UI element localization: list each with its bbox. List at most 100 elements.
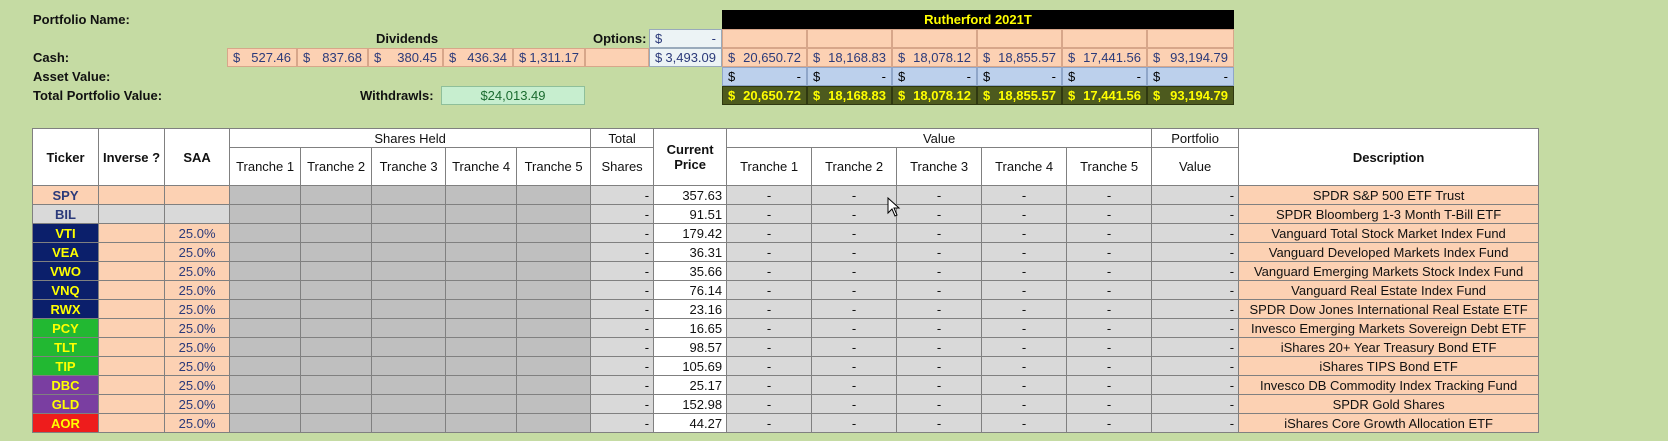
dividend-cell[interactable]: $527.46: [227, 48, 297, 67]
ticker-cell[interactable]: SPY: [32, 185, 99, 205]
shares-tranche-cell[interactable]: [445, 280, 518, 300]
rutherford-total-cell[interactable]: $18,168.83: [807, 86, 892, 105]
shares-tranche-cell[interactable]: [371, 223, 447, 243]
inverse-cell[interactable]: [97, 204, 166, 224]
shares-tranche-cell[interactable]: [300, 375, 373, 395]
shares-tranche-cell[interactable]: [229, 299, 302, 319]
shares-tranche-cell[interactable]: [300, 280, 373, 300]
shares-tranche-cell[interactable]: [445, 223, 518, 243]
shares-tranche-cell[interactable]: [445, 318, 518, 338]
rutherford-blank-cell[interactable]: [1062, 29, 1147, 48]
shares-tranche-cell[interactable]: [516, 356, 592, 376]
saa-cell[interactable]: 25.0%: [164, 356, 231, 376]
rutherford-blank-cell[interactable]: [892, 29, 977, 48]
ticker-cell[interactable]: VTI: [32, 223, 99, 243]
shares-tranche-cell[interactable]: [371, 413, 447, 433]
inverse-cell[interactable]: [97, 242, 166, 262]
ticker-cell[interactable]: DBC: [32, 375, 99, 395]
shares-tranche-cell[interactable]: [229, 337, 302, 357]
inverse-cell[interactable]: [97, 318, 166, 338]
rutherford-asset-cell[interactable]: $ -: [892, 67, 977, 86]
inverse-cell[interactable]: [97, 223, 166, 243]
options-total-cell[interactable]: $3,493.09: [649, 48, 722, 67]
saa-cell[interactable]: 25.0%: [164, 223, 231, 243]
shares-tranche-cell[interactable]: [229, 375, 302, 395]
shares-tranche-cell[interactable]: [371, 299, 447, 319]
saa-cell[interactable]: [164, 185, 231, 205]
shares-tranche-cell[interactable]: [300, 413, 373, 433]
rutherford-total-cell[interactable]: $17,441.56: [1062, 86, 1147, 105]
dividend-blank-cell[interactable]: [585, 48, 649, 67]
shares-tranche-cell[interactable]: [371, 394, 447, 414]
shares-tranche-cell[interactable]: [516, 394, 592, 414]
shares-tranche-cell[interactable]: [300, 318, 373, 338]
saa-cell[interactable]: 25.0%: [164, 337, 231, 357]
ticker-cell[interactable]: VWO: [32, 261, 99, 281]
shares-tranche-cell[interactable]: [445, 375, 518, 395]
saa-cell[interactable]: 25.0%: [164, 261, 231, 281]
saa-cell[interactable]: [164, 204, 231, 224]
withdrawls-value[interactable]: $24,013.49: [441, 86, 585, 105]
shares-tranche-cell[interactable]: [516, 318, 592, 338]
rutherford-asset-cell[interactable]: $ -: [722, 67, 807, 86]
shares-tranche-cell[interactable]: [445, 185, 518, 205]
shares-tranche-cell[interactable]: [229, 318, 302, 338]
rutherford-cash-cell[interactable]: $20,650.72: [722, 48, 807, 67]
inverse-cell[interactable]: [97, 413, 166, 433]
saa-cell[interactable]: 25.0%: [164, 280, 231, 300]
shares-tranche-cell[interactable]: [445, 261, 518, 281]
shares-tranche-cell[interactable]: [229, 204, 302, 224]
shares-tranche-cell[interactable]: [229, 185, 302, 205]
rutherford-total-cell[interactable]: $93,194.79: [1147, 86, 1234, 105]
ticker-cell[interactable]: GLD: [32, 394, 99, 414]
inverse-cell[interactable]: [97, 261, 166, 281]
shares-tranche-cell[interactable]: [516, 204, 592, 224]
rutherford-total-cell[interactable]: $18,855.57: [977, 86, 1062, 105]
saa-cell[interactable]: 25.0%: [164, 318, 231, 338]
dividend-cell[interactable]: $380.45: [368, 48, 443, 67]
shares-tranche-cell[interactable]: [445, 299, 518, 319]
options-cell[interactable]: $ -: [649, 29, 722, 48]
rutherford-total-cell[interactable]: $20,650.72: [722, 86, 807, 105]
shares-tranche-cell[interactable]: [371, 356, 447, 376]
rutherford-asset-cell[interactable]: $ -: [1062, 67, 1147, 86]
shares-tranche-cell[interactable]: [371, 375, 447, 395]
shares-tranche-cell[interactable]: [229, 261, 302, 281]
shares-tranche-cell[interactable]: [300, 394, 373, 414]
saa-cell[interactable]: 25.0%: [164, 375, 231, 395]
rutherford-blank-cell[interactable]: [1147, 29, 1234, 48]
shares-tranche-cell[interactable]: [229, 280, 302, 300]
rutherford-blank-cell[interactable]: [807, 29, 892, 48]
ticker-cell[interactable]: TIP: [32, 356, 99, 376]
shares-tranche-cell[interactable]: [229, 356, 302, 376]
shares-tranche-cell[interactable]: [371, 242, 447, 262]
rutherford-cash-cell[interactable]: $18,168.83: [807, 48, 892, 67]
shares-tranche-cell[interactable]: [229, 223, 302, 243]
shares-tranche-cell[interactable]: [516, 223, 592, 243]
shares-tranche-cell[interactable]: [371, 204, 447, 224]
shares-tranche-cell[interactable]: [371, 280, 447, 300]
shares-tranche-cell[interactable]: [516, 280, 592, 300]
rutherford-cash-cell[interactable]: $18,078.12: [892, 48, 977, 67]
rutherford-asset-cell[interactable]: $ -: [977, 67, 1062, 86]
shares-tranche-cell[interactable]: [371, 261, 447, 281]
shares-tranche-cell[interactable]: [445, 337, 518, 357]
shares-tranche-cell[interactable]: [300, 356, 373, 376]
ticker-cell[interactable]: RWX: [32, 299, 99, 319]
ticker-cell[interactable]: AOR: [32, 413, 99, 433]
shares-tranche-cell[interactable]: [300, 261, 373, 281]
saa-cell[interactable]: 25.0%: [164, 413, 231, 433]
inverse-cell[interactable]: [97, 299, 166, 319]
inverse-cell[interactable]: [97, 394, 166, 414]
shares-tranche-cell[interactable]: [229, 413, 302, 433]
inverse-cell[interactable]: [97, 356, 166, 376]
shares-tranche-cell[interactable]: [516, 242, 592, 262]
shares-tranche-cell[interactable]: [516, 413, 592, 433]
shares-tranche-cell[interactable]: [445, 204, 518, 224]
shares-tranche-cell[interactable]: [300, 299, 373, 319]
rutherford-blank-cell[interactable]: [977, 29, 1062, 48]
ticker-cell[interactable]: PCY: [32, 318, 99, 338]
dividend-cell[interactable]: $436.34: [443, 48, 513, 67]
dividend-cell[interactable]: $1,311.17: [513, 48, 585, 67]
shares-tranche-cell[interactable]: [445, 394, 518, 414]
